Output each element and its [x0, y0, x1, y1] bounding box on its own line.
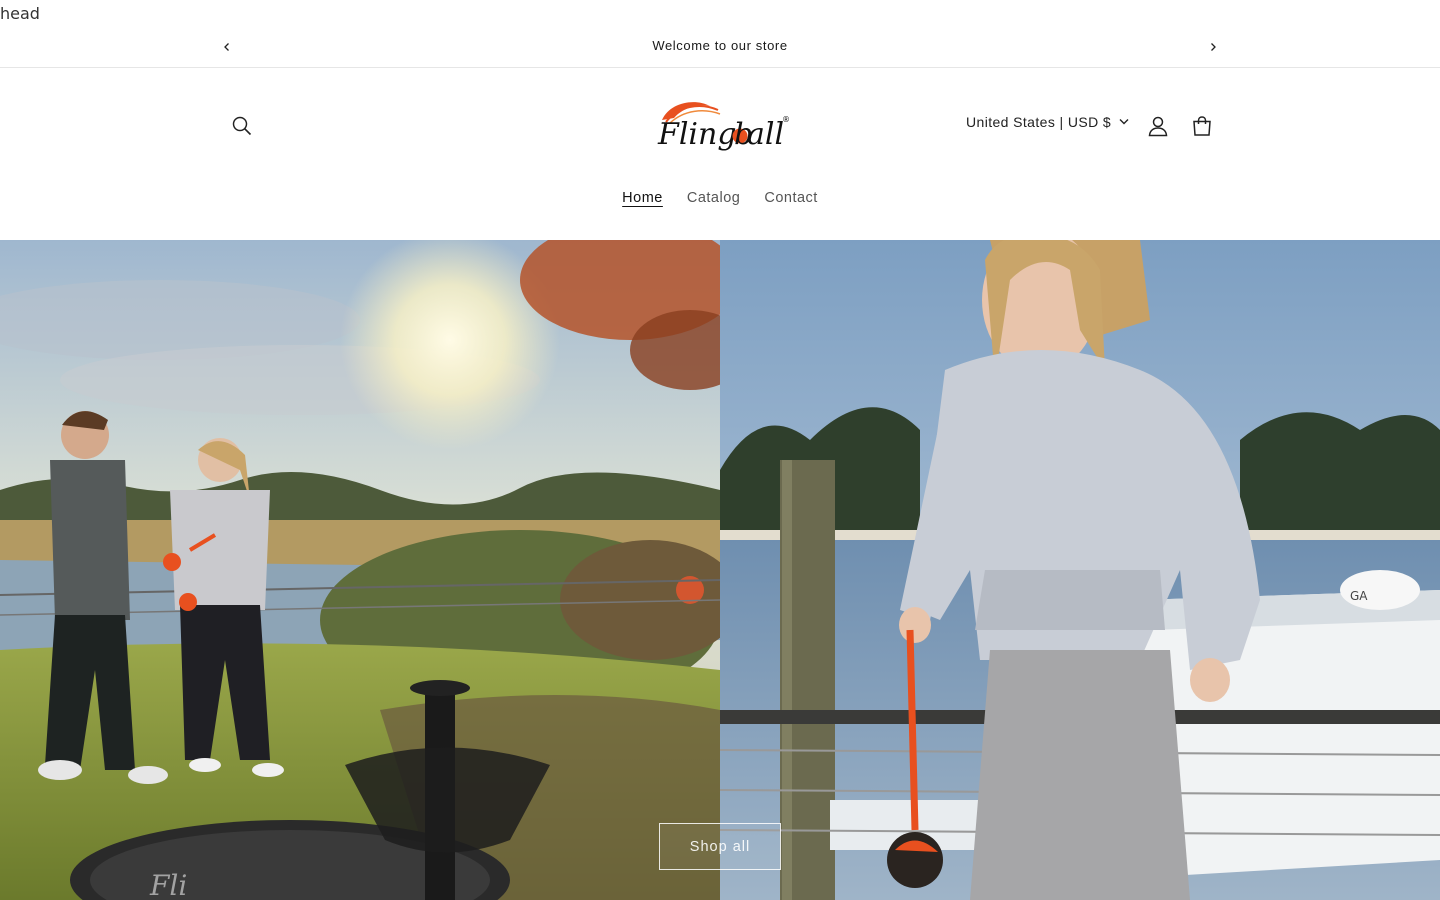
- svg-text:®: ®: [782, 115, 790, 124]
- svg-text:Fling: Fling: [657, 117, 737, 152]
- search-button[interactable]: [224, 108, 260, 144]
- flingball-logo[interactable]: Fling b all ®: [640, 96, 800, 160]
- cart-icon: [1193, 116, 1211, 136]
- chevron-right-icon: [1211, 43, 1216, 51]
- main-nav: Home Catalog Contact: [0, 188, 1440, 208]
- nav-item-contact[interactable]: Contact: [752, 188, 829, 208]
- hero-image-right: GA: [720, 240, 1440, 900]
- hero-left-illustration: Fli: [0, 240, 720, 900]
- svg-text:Fli: Fli: [149, 869, 187, 900]
- announcement-message: Welcome to our store: [652, 38, 788, 53]
- nav-item-catalog[interactable]: Catalog: [675, 188, 752, 208]
- cart-button[interactable]: [1184, 108, 1220, 144]
- country-selector[interactable]: United States | USD $: [966, 114, 1129, 130]
- chevron-down-icon: [1119, 119, 1129, 125]
- shop-all-button[interactable]: Shop all: [659, 823, 781, 870]
- svg-text:GA: GA: [1350, 589, 1368, 603]
- svg-text:all: all: [747, 117, 784, 152]
- search-icon: [232, 116, 252, 136]
- flingball-logo-mark: Fling b all ®: [657, 102, 790, 152]
- hero-image-left: Fli: [0, 240, 720, 900]
- hero-banner: Fli GA Shop all: [0, 240, 1440, 900]
- announcement-next-button[interactable]: [1204, 38, 1222, 56]
- country-selector-label: United States | USD $: [966, 114, 1112, 130]
- account-button[interactable]: [1140, 108, 1176, 144]
- site-header: Fling b all ® United States | USD $ Home…: [0, 68, 1440, 240]
- nav-item-home[interactable]: Home: [610, 188, 675, 208]
- announcement-bar: Welcome to our store: [0, 26, 1440, 68]
- hero-right-illustration: GA: [720, 240, 1440, 900]
- account-icon: [1148, 116, 1168, 137]
- debug-head-text: head: [0, 4, 40, 23]
